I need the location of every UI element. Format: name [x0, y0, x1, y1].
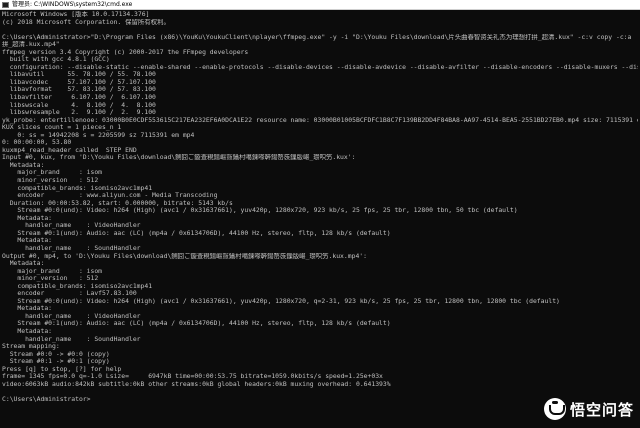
console-line: (c) 2018 Microsoft Corporation. 保留所有权利。	[2, 18, 170, 26]
console-line: Metadata:	[2, 161, 45, 169]
console-line: Stream #0:1(und): Audio: aac (LC) (mp4a …	[2, 229, 391, 237]
console-line: major_brand : isom	[2, 169, 103, 177]
console-line: compatible_brands: isomiso2avc1mp41	[2, 282, 153, 290]
console-line: Output #0, mp4, to 'D:\Youku Files\downl…	[2, 252, 367, 260]
console-line: handler_name : VideoHandler	[2, 222, 141, 230]
console-line: Metadata:	[2, 327, 53, 335]
console-line: C:\Users\Administrator>	[2, 395, 91, 403]
console-line: handler_name : SoundHandler	[2, 335, 141, 343]
console-line: ffmpeg version 3.4 Copyright (c) 2000-20…	[2, 48, 249, 56]
console-line: libavfilter 6.107.100 / 6.107.100	[2, 94, 156, 102]
console-output[interactable]: Microsoft Windows [版本 10.0.17134.376] (c)…	[2, 11, 638, 428]
console-line: Metadata:	[2, 260, 45, 268]
console-line: Stream mapping:	[2, 343, 60, 351]
console-line: yk_probe: entertillenooe: 03000B0E0CDF55…	[2, 116, 638, 124]
console-line: libavcodec 57.107.100 / 57.107.100	[2, 78, 156, 86]
console-line: Metadata:	[2, 305, 53, 313]
console-line: kuxmp4_read_header called STEP END	[2, 146, 137, 154]
console-line: 拼_超清.kux.mp4"	[2, 41, 60, 49]
console-line: built with gcc 4.8.1 (GCC)	[2, 56, 110, 64]
console-line: Duration: 00:00:53.82, start: 0.000000, …	[2, 199, 233, 207]
console-line: compatible_brands: isomiso2avc1mp41	[2, 184, 153, 192]
console-line: Metadata:	[2, 214, 53, 222]
console-line: Input #0, kux, from 'D:\Youku Files\down…	[2, 154, 356, 162]
wukong-logo-icon	[543, 398, 566, 420]
cmd-icon	[2, 1, 9, 8]
console-line: Stream #0:0 -> #0:0 (copy)	[2, 350, 110, 358]
console-line: libavformat 57. 83.100 / 57. 83.100	[2, 86, 156, 94]
console-line: libswresample 2. 9.100 / 2. 9.100	[2, 109, 156, 117]
console-line: KUX slices count = 1 pieces_n 1	[2, 124, 122, 132]
console-line: C:\Users\Administrator>"D:\Program Files…	[2, 33, 632, 41]
console-line: 0: ss = 14942208 s = 2205599 sz 7115391 …	[2, 131, 195, 139]
console-line: encoder : www.aliyun.com - Media Transco…	[2, 192, 218, 200]
console-line: Metadata:	[2, 237, 53, 245]
console-line: libswscale 4. 8.100 / 4. 8.100	[2, 101, 156, 109]
console-line: minor_version : 512	[2, 275, 99, 283]
window-title: 管理员: C:\WINDOWS\system32\cmd.exe	[12, 0, 133, 8]
console-line: major_brand : isom	[2, 267, 103, 275]
watermark: 悟空问答	[543, 396, 634, 422]
console-line: Stream #0:0(und): Video: h264 (High) (av…	[2, 297, 560, 305]
console-line: handler_name : SoundHandler	[2, 244, 141, 252]
console-line: video:6063kB audio:842kB subtitle:0kB ot…	[2, 380, 391, 388]
watermark-text: 悟空问答	[569, 400, 634, 419]
console-line: minor_version : 512	[2, 177, 99, 185]
title-bar[interactable]: 管理员: C:\WINDOWS\system32\cmd.exe	[0, 0, 640, 10]
console-line: Stream #0:1 -> #0:1 (copy)	[2, 358, 110, 366]
console-line: handler_name : VideoHandler	[2, 312, 141, 320]
console-line: encoder : Lavf57.83.100	[2, 290, 137, 298]
console-line: Microsoft Windows [版本 10.0.17134.376]	[2, 11, 150, 18]
console-line: libavutil 55. 78.100 / 55. 78.100	[2, 71, 156, 79]
console-line: frame= 1345 fps=0.0 q=-1.0 Lsize= 6947kB…	[2, 373, 383, 381]
cmd-window: 管理员: C:\WINDOWS\system32\cmd.exe Microso…	[0, 0, 640, 428]
console-line: configuration: --disable-static --enable…	[2, 63, 638, 71]
console-line: Press [q] to stop, [?] for help	[2, 365, 122, 373]
console-line: 0: 00:00:00, 53.80	[2, 139, 72, 147]
console-line: Stream #0:1(und): Audio: aac (LC) (mp4a …	[2, 320, 391, 328]
console-line: Stream #0:0(und): Video: h264 (High) (av…	[2, 207, 518, 215]
